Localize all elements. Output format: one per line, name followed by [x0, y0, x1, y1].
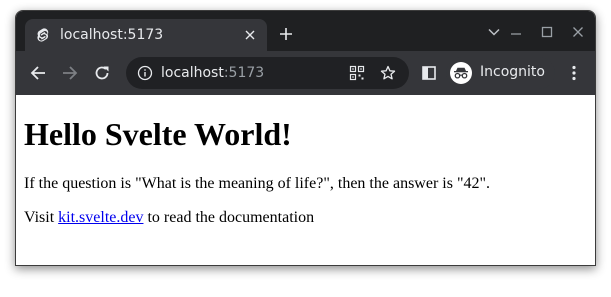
qr-code-icon[interactable] — [348, 64, 366, 82]
bookmark-star-icon[interactable] — [379, 64, 397, 82]
close-window-icon[interactable] — [569, 23, 587, 41]
minimize-icon[interactable] — [507, 23, 525, 41]
read-docs-text: to read the documentation — [143, 209, 315, 226]
page-content: Hello Svelte World! If the question is "… — [16, 95, 595, 265]
url-host: localhost — [161, 65, 224, 81]
title-bar: localhost:5173 — [16, 11, 595, 51]
url-port: :5173 — [223, 65, 265, 81]
incognito-label: Incognito — [480, 64, 545, 80]
tab-title: localhost:5173 — [60, 27, 164, 43]
forward-arrow-icon[interactable] — [59, 62, 81, 84]
active-tab[interactable]: localhost:5173 — [25, 19, 267, 51]
incognito-profile-button[interactable]: Incognito — [446, 57, 555, 89]
maximize-icon[interactable] — [538, 23, 556, 41]
address-bar[interactable]: localhost:5173 — [126, 57, 409, 89]
new-tab-plus-icon[interactable] — [277, 25, 295, 43]
kit-svelte-dev-link[interactable]: kit.svelte.dev — [58, 209, 143, 226]
browser-toolbar: localhost:5173 Incognito — [16, 51, 595, 95]
reload-icon[interactable] — [91, 62, 113, 84]
visit-text: Visit — [24, 209, 59, 226]
incognito-icon — [450, 62, 472, 84]
site-info-icon[interactable] — [137, 65, 153, 81]
svelte-icon — [37, 28, 49, 42]
browser-window: localhost:5173 localhost:5173 Incognito … — [15, 10, 596, 266]
more-menu-icon[interactable] — [563, 62, 585, 84]
documentation-paragraph: Visit kit.svelte.dev to read the documen… — [24, 208, 314, 228]
back-arrow-icon[interactable] — [27, 62, 49, 84]
address-url: localhost:5173 — [161, 65, 264, 81]
tab-search-chevron-icon[interactable] — [485, 23, 503, 41]
page-heading: Hello Svelte World! — [24, 116, 292, 152]
meaning-of-life-paragraph: If the question is "What is the meaning … — [24, 175, 491, 192]
close-tab-icon[interactable] — [241, 26, 259, 44]
side-panel-icon[interactable] — [418, 62, 440, 84]
